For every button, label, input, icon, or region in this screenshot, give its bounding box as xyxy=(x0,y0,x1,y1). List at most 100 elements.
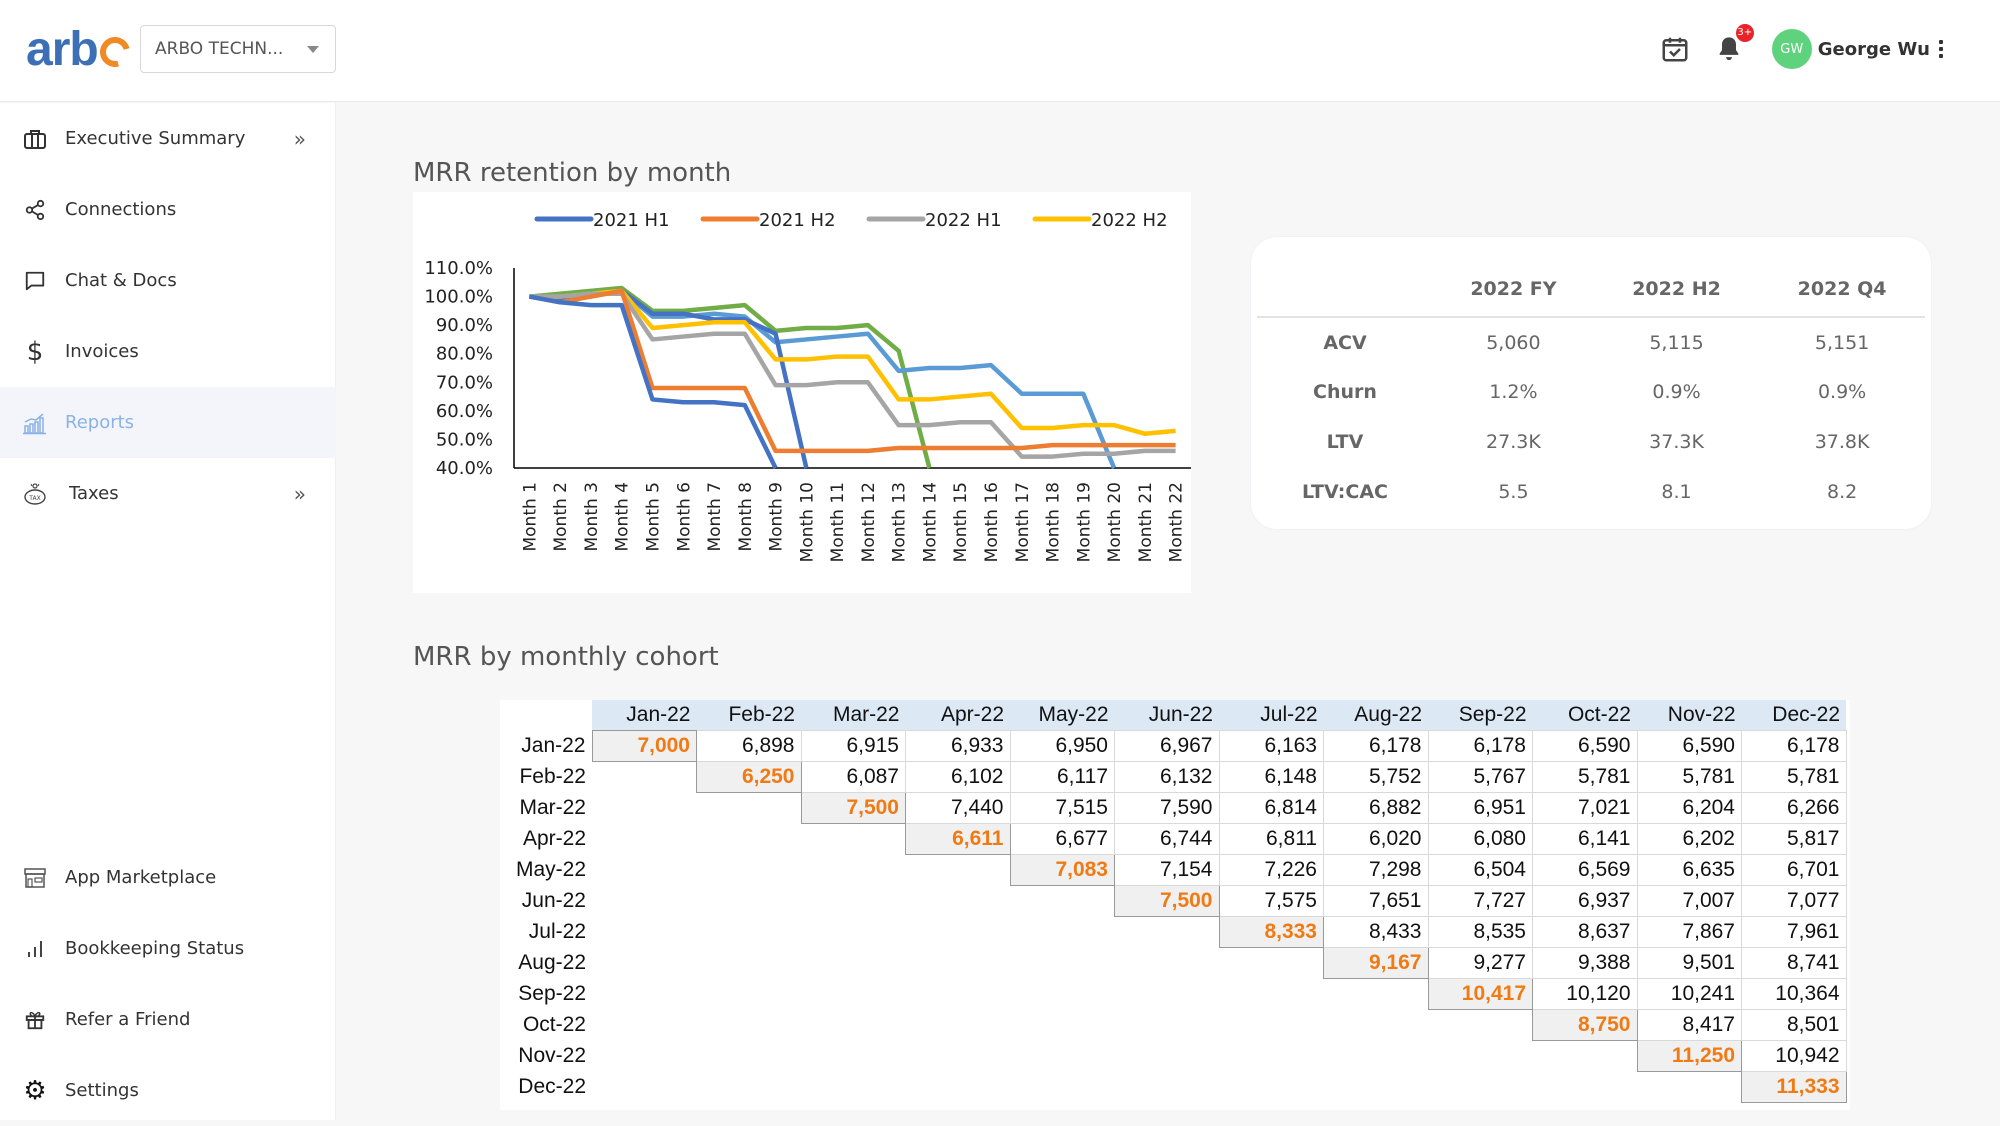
cohort-empty-cell xyxy=(801,1071,906,1102)
x-tick-label: Month 19 xyxy=(1074,482,1094,562)
cohort-empty-cell xyxy=(1010,1040,1115,1071)
cohort-empty-cell xyxy=(906,947,1011,978)
cohort-row-label: May-22 xyxy=(515,857,586,881)
user-name[interactable]: George Wu xyxy=(1818,39,1930,60)
cohort-empty-cell xyxy=(1637,1071,1742,1102)
sidebar-item-settings[interactable]: ⚙ Settings xyxy=(0,1055,336,1126)
cohort-cell: 6,202 xyxy=(1636,822,1742,855)
cohort-column-header: Nov-22 xyxy=(1637,700,1742,730)
sidebar-item-reports[interactable]: Reports xyxy=(0,387,336,458)
cohort-cell: 8,535 xyxy=(1427,915,1533,948)
cohort-table-title: MRR by monthly cohort xyxy=(413,642,719,672)
legend-label: 2022 H1 xyxy=(925,210,1002,231)
cohort-cell: 7,727 xyxy=(1427,884,1533,917)
cohort-cell: 7,961 xyxy=(1741,915,1847,948)
cohort-column-header: Aug-22 xyxy=(1323,700,1428,730)
top-header: arb ARBO TECHN... 3+ GW George Wu xyxy=(0,0,2000,102)
cohort-column-header: Oct-22 xyxy=(1532,700,1637,730)
cohort-row: Jan-22 7,000 6,898 6,915 6,933 6,950 6,967 6,16… xyxy=(500,729,1847,762)
cohort-empty-cell xyxy=(906,1040,1011,1071)
y-tick-label: 90.0% xyxy=(436,315,493,336)
cohort-empty-cell xyxy=(1533,1040,1638,1071)
cohort-empty-cell xyxy=(1115,947,1220,978)
sidebar-item-taxes[interactable]: TAX Taxes » xyxy=(0,458,336,529)
briefcase-icon xyxy=(18,122,52,156)
cohort-column-header: Dec-22 xyxy=(1741,700,1846,730)
cohort-cell: 7,575 xyxy=(1218,884,1324,917)
tax-piggy-icon: TAX xyxy=(18,477,52,511)
cohort-cell: 6,590 xyxy=(1636,729,1742,762)
cohort-cell: 6,148 xyxy=(1218,760,1324,793)
metric-value: 37.3K xyxy=(1649,431,1704,453)
cohort-cell: 5,767 xyxy=(1427,760,1533,793)
cohort-row-label: Nov-22 xyxy=(518,1043,586,1067)
sidebar-item-executive-summary[interactable]: Executive Summary » xyxy=(0,103,336,174)
x-tick-label: Month 18 xyxy=(1044,482,1064,562)
cohort-cell: 6,967 xyxy=(1114,729,1220,762)
sidebar-item-invoices[interactable]: $ Invoices xyxy=(0,316,336,387)
x-tick-label: Month 13 xyxy=(890,482,910,562)
sidebar-item-label: Executive Summary xyxy=(65,128,246,149)
metrics-row: ACV 5,060 5,115 5,151 xyxy=(1257,317,1925,367)
more-options-icon[interactable] xyxy=(1934,40,1948,58)
avatar[interactable]: GW xyxy=(1771,29,1812,69)
cohort-cell: 6,590 xyxy=(1532,729,1638,762)
metrics-row: Churn 1.2% 0.9% 0.9% xyxy=(1257,367,1925,417)
cohort-cell: 10,942 xyxy=(1741,1039,1847,1072)
sidebar-item-label: Settings xyxy=(65,1080,139,1101)
calendar-button[interactable] xyxy=(1658,32,1692,66)
metric-label: LTV:CAC xyxy=(1302,481,1388,503)
sidebar-item-chat-docs[interactable]: Chat & Docs xyxy=(0,245,336,316)
cohort-empty-cell xyxy=(697,854,802,885)
cohort-empty-cell xyxy=(592,947,697,978)
cohort-row-label: Jan-22 xyxy=(521,733,586,757)
share-icon xyxy=(18,193,52,227)
cohort-row-label: Oct-22 xyxy=(522,1012,586,1036)
cohort-cell: 6,204 xyxy=(1636,791,1742,824)
sidebar-item-label: Refer a Friend xyxy=(65,1009,191,1030)
cohort-cell: 6,080 xyxy=(1427,822,1533,855)
cohort-empty-cell xyxy=(592,885,697,916)
cohort-row: Nov-22 11,250 10,942 xyxy=(500,1039,1847,1072)
cohort-cell: 6,141 xyxy=(1532,822,1638,855)
cohort-cell: 6,811 xyxy=(1218,822,1324,855)
cohort-column-header: Apr-22 xyxy=(905,700,1010,730)
cohort-empty-cell xyxy=(1219,1009,1324,1040)
cohort-row: Jun-22 7,500 7,575 7,651 7,727 6,937 7,007 7,07… xyxy=(500,884,1847,917)
cohort-cell: 6,898 xyxy=(696,729,802,762)
cohort-cell: 5,817 xyxy=(1741,822,1847,855)
logo-swirl-icon xyxy=(94,31,136,73)
cohort-empty-cell xyxy=(1428,1009,1533,1040)
cohort-cell: 8,417 xyxy=(1636,1008,1742,1041)
metric-value: 5,115 xyxy=(1649,331,1704,354)
notifications-button[interactable]: 3+ xyxy=(1712,24,1754,66)
cohort-empty-cell xyxy=(801,916,906,947)
sidebar-item-bookkeeping-status[interactable]: Bookkeeping Status xyxy=(0,913,336,984)
sidebar-item-app-marketplace[interactable]: App Marketplace xyxy=(0,842,336,913)
cohort-empty-cell xyxy=(801,978,906,1009)
x-tick-label: Month 12 xyxy=(859,482,879,562)
cohort-cell: 9,501 xyxy=(1636,946,1742,979)
cohort-row: Sep-22 10,417 10,120 10,241 10,364 xyxy=(500,977,1847,1010)
sidebar-item-connections[interactable]: Connections xyxy=(0,174,336,245)
cohort-cell: 6,102 xyxy=(905,760,1011,793)
cohort-cell: 5,781 xyxy=(1741,760,1847,793)
cohort-initial-mrr-cell: 6,611 xyxy=(905,822,1011,855)
sidebar-item-refer-a-friend[interactable]: Refer a Friend xyxy=(0,984,336,1055)
cohort-cell: 10,241 xyxy=(1636,977,1742,1010)
metric-value: 1.2% xyxy=(1489,381,1538,403)
cohort-cell: 6,178 xyxy=(1323,729,1429,762)
metric-value: 5,060 xyxy=(1486,331,1541,354)
cohort-empty-cell xyxy=(1115,916,1220,947)
cohort-empty-cell xyxy=(1428,1040,1533,1071)
company-select[interactable]: ARBO TECHN... xyxy=(140,25,336,73)
cohort-column-header: Jan-22 xyxy=(592,700,697,730)
cohort-cell: 7,298 xyxy=(1323,853,1429,886)
sidebar-item-label: Bookkeeping Status xyxy=(65,938,245,959)
legend-label: 2021 H2 xyxy=(759,210,836,231)
x-tick-label: Month 3 xyxy=(582,482,602,552)
arbo-logo[interactable]: arb xyxy=(26,22,136,77)
company-select-value: ARBO TECHN... xyxy=(155,39,284,59)
retention-chart: 40.0% 50.0% 60.0% 70.0% 80.0% 90.0% 100.0% 110.… xyxy=(413,192,1191,593)
cohort-empty-cell xyxy=(1010,916,1115,947)
